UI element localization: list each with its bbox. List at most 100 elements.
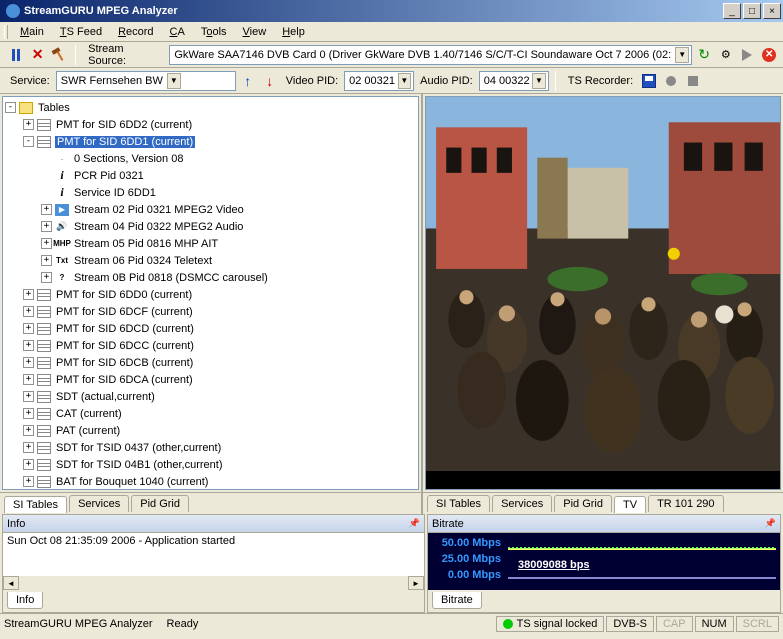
tree-expander-icon[interactable]: - [23, 136, 34, 147]
tab-services[interactable]: Services [492, 495, 552, 512]
table-icon [37, 136, 51, 148]
tree-expander-icon[interactable]: + [23, 408, 34, 419]
tree-expander-icon[interactable]: + [23, 306, 34, 317]
tab-pid-grid[interactable]: Pid Grid [554, 495, 612, 512]
tree-node[interactable]: +PMT for SID 6DCD (current) [5, 320, 416, 337]
tree-expander-icon[interactable]: + [23, 323, 34, 334]
minimize-button[interactable]: _ [723, 3, 741, 19]
tree-expander-icon[interactable]: + [41, 255, 52, 266]
menu-record[interactable]: Record [110, 24, 161, 40]
service-combo[interactable]: SWR Fernsehen BW ▼ [56, 71, 236, 91]
tree-expander-icon[interactable]: + [41, 204, 52, 215]
audio-pid-combo[interactable]: 04 00322 ▼ [479, 71, 549, 91]
dropdown-arrow-icon[interactable]: ▼ [675, 47, 689, 63]
tree-expander-icon[interactable]: + [23, 476, 34, 487]
tree-expander-icon[interactable]: + [41, 272, 52, 283]
tree-node[interactable]: +CAT (current) [5, 405, 416, 422]
tree-node[interactable]: +?Stream 0B Pid 0818 (DSMCC carousel) [5, 269, 416, 286]
stream-source-combo[interactable]: GkWare SAA7146 DVB Card 0 (Driver GkWare… [169, 45, 692, 65]
tree-node[interactable]: +BAT for Bouquet 1040 (current) [5, 473, 416, 490]
tree-node[interactable]: iService ID 6DD1 [5, 184, 416, 201]
tree-expander-icon[interactable]: + [23, 340, 34, 351]
info-title: Info [7, 518, 25, 530]
tree-expander-icon[interactable]: + [23, 391, 34, 402]
play-button[interactable] [738, 45, 758, 65]
tree-node[interactable]: +PMT for SID 6DCC (current) [5, 337, 416, 354]
tree-node[interactable]: +🔊Stream 04 Pid 0322 MPEG2 Audio [5, 218, 416, 235]
tree-node[interactable]: +TxtStream 06 Pid 0324 Teletext [5, 252, 416, 269]
scroll-left-icon[interactable]: ◄ [3, 576, 19, 590]
tree-node[interactable]: +PMT for SID 6DD2 (current) [5, 116, 416, 133]
scrollbar[interactable]: ◄ ► [3, 576, 424, 590]
settings-button[interactable]: ⚙ [716, 45, 736, 65]
window-title: StreamGURU MPEG Analyzer [24, 5, 721, 17]
tab-pid-grid[interactable]: Pid Grid [131, 495, 189, 512]
title-bar: StreamGURU MPEG Analyzer _ □ × [0, 0, 783, 22]
tree-node[interactable]: +PMT for SID 6DCB (current) [5, 354, 416, 371]
channel-up-button[interactable]: ↑ [238, 71, 258, 91]
tree-node[interactable]: +▶Stream 02 Pid 0321 MPEG2 Video [5, 201, 416, 218]
menu-tsfeed[interactable]: TS Feed [52, 24, 110, 40]
tab-tv[interactable]: TV [614, 496, 646, 513]
tab-services[interactable]: Services [69, 495, 129, 512]
grip-icon [4, 25, 8, 39]
tree-expander-icon[interactable]: + [23, 442, 34, 453]
separator [555, 71, 556, 91]
tree-expander-icon[interactable]: + [41, 238, 52, 249]
record-button[interactable] [661, 71, 681, 91]
tab-si-tables[interactable]: SI Tables [427, 495, 490, 512]
close-button[interactable]: × [763, 3, 781, 19]
channel-down-button[interactable]: ↓ [260, 71, 280, 91]
pause-button[interactable] [6, 45, 26, 65]
delete-button[interactable]: ✕ [28, 45, 48, 65]
tree-node[interactable]: +PMT for SID 6DCA (current) [5, 371, 416, 388]
tree-node[interactable]: +SDT for TSID 0437 (other,current) [5, 439, 416, 456]
tree-node[interactable]: +PMT for SID 6DCF (current) [5, 303, 416, 320]
tree-node[interactable]: ·0 Sections, Version 08 [5, 150, 416, 167]
tools-button[interactable] [49, 45, 69, 65]
tab-bitrate[interactable]: Bitrate [432, 592, 482, 609]
tree-node[interactable]: iPCR Pid 0321 [5, 167, 416, 184]
tree-expander-icon[interactable]: - [5, 102, 16, 113]
pin-icon[interactable]: 📌 [765, 518, 776, 529]
menu-tools[interactable]: Tools [193, 24, 235, 40]
record-save-button[interactable] [639, 71, 659, 91]
pin-icon[interactable]: 📌 [409, 518, 420, 529]
tab-info[interactable]: Info [7, 592, 43, 609]
tree-expander-icon[interactable]: + [23, 289, 34, 300]
tree-expander-icon[interactable]: + [23, 374, 34, 385]
stop-stream-button[interactable]: ✕ [759, 45, 779, 65]
video-preview[interactable] [425, 96, 781, 490]
tree-expander-icon [41, 170, 52, 181]
tree-expander-icon[interactable]: + [23, 357, 34, 368]
menu-help[interactable]: Help [274, 24, 313, 40]
tree-expander-icon[interactable]: + [41, 221, 52, 232]
tree-node[interactable]: +SDT for TSID 04B1 (other,current) [5, 456, 416, 473]
menu-ca[interactable]: CA [162, 24, 193, 40]
record-stop-button[interactable] [683, 71, 703, 91]
table-icon [37, 425, 51, 437]
tab-tr101290[interactable]: TR 101 290 [648, 495, 723, 512]
dropdown-arrow-icon[interactable]: ▼ [398, 73, 412, 89]
menu-main[interactable]: Main [12, 24, 52, 40]
tree-expander-icon[interactable]: + [23, 425, 34, 436]
tree-node[interactable]: +PAT (current) [5, 422, 416, 439]
tree-node[interactable]: -PMT for SID 6DD1 (current) [5, 133, 416, 150]
refresh-button[interactable]: ↻ [694, 45, 714, 65]
menu-view[interactable]: View [235, 24, 275, 40]
tree-node[interactable]: +PMT for SID 6DD0 (current) [5, 286, 416, 303]
tree-node[interactable]: +SDT (actual,current) [5, 388, 416, 405]
tree-view[interactable]: -Tables+PMT for SID 6DD2 (current)-PMT f… [2, 96, 419, 490]
tree-node[interactable]: -Tables [5, 99, 416, 116]
status-app: StreamGURU MPEG Analyzer [4, 618, 153, 630]
scroll-right-icon[interactable]: ► [408, 576, 424, 590]
tree-expander-icon[interactable]: + [23, 119, 34, 130]
folder-icon [19, 102, 33, 114]
tree-node[interactable]: +MHPStream 05 Pid 0816 MHP AIT [5, 235, 416, 252]
dropdown-arrow-icon[interactable]: ▼ [532, 73, 546, 89]
dropdown-arrow-icon[interactable]: ▼ [167, 73, 181, 89]
maximize-button[interactable]: □ [743, 3, 761, 19]
tab-si-tables[interactable]: SI Tables [4, 496, 67, 513]
video-pid-combo[interactable]: 02 00321 ▼ [344, 71, 414, 91]
tree-expander-icon[interactable]: + [23, 459, 34, 470]
